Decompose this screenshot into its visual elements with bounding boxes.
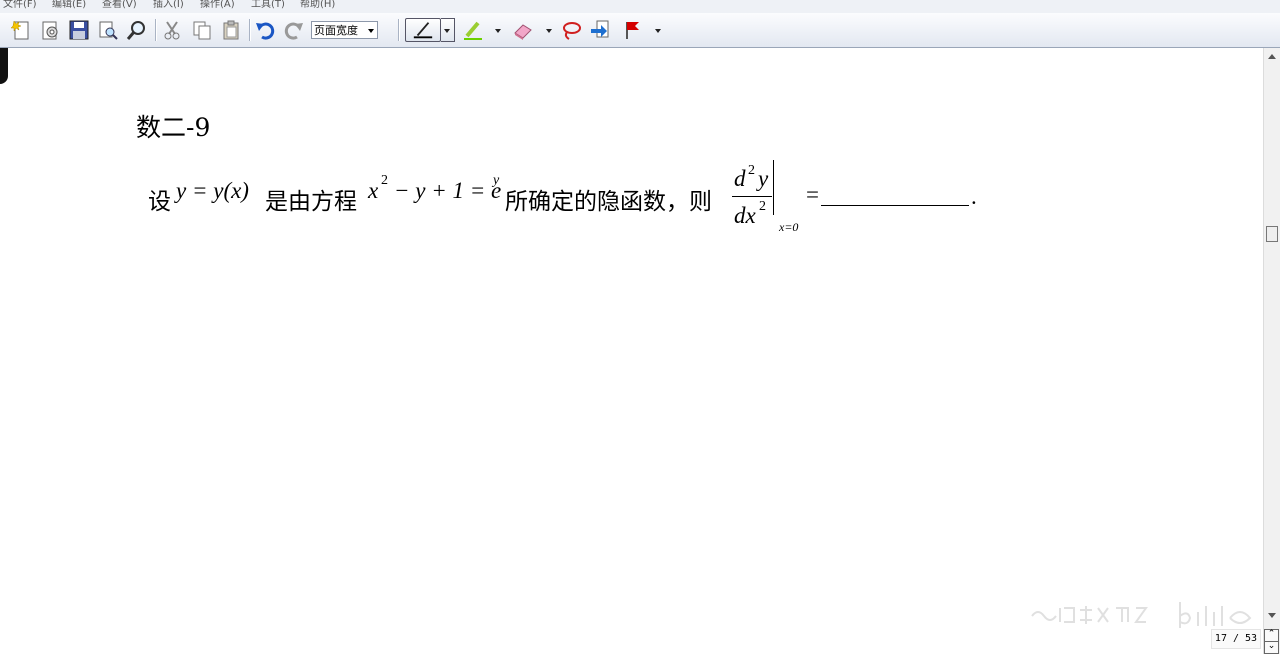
zoom-select[interactable]: 页面宽度 [311,21,378,39]
q-eq-e-exp: y [493,173,500,188]
menu-tools[interactable]: 工具(T) [251,0,285,10]
highlighter-dropdown-icon[interactable] [495,29,501,33]
page-title: 数二-9 [136,113,211,142]
flag-dropdown-icon[interactable] [655,29,661,33]
fraction-bar [732,196,772,197]
frac-denominator-dx: dx [734,203,756,228]
pen-icon [413,22,433,39]
page-setup-icon[interactable] [38,18,62,42]
eraser-dropdown-icon[interactable] [546,29,552,33]
vertical-scrollbar[interactable] [1263,48,1280,654]
paste-icon[interactable] [219,18,243,42]
new-page-icon[interactable] [9,18,33,42]
lasso-icon[interactable] [559,18,583,42]
frac-numerator-d: d [734,166,746,191]
find-icon[interactable] [125,18,149,42]
chevron-down-icon [444,29,450,33]
q-text1: 是由方程 [265,189,357,214]
answer-blank [821,205,969,206]
toolbar-separator [249,19,251,41]
flag-icon[interactable] [621,18,645,42]
menu-actions[interactable]: 操作(A) [200,0,235,10]
redo-icon[interactable] [282,18,306,42]
chevron-down-icon [368,29,374,33]
q-eq-x-exp: 2 [381,173,388,188]
copy-icon[interactable] [190,18,214,42]
q-prefix: 设 [148,189,171,214]
menu-bar: 文件(F) 编辑(E) 查看(V) 插入(I) 操作(A) 工具(T) 帮助(H… [0,0,1280,13]
next-page-icon[interactable]: ⌄ [1264,641,1279,654]
print-preview-icon[interactable] [96,18,120,42]
pen-options-dropdown[interactable] [441,18,455,42]
toolbar-separator [155,19,157,41]
frac-numerator-y: y [758,166,769,191]
insert-space-icon[interactable] [588,18,612,42]
q-func: y = y(x) [176,178,249,203]
zoom-select-value: 页面宽度 [314,24,358,37]
eraser-icon[interactable] [511,18,535,42]
scroll-down-icon[interactable] [1268,613,1276,618]
menu-file[interactable]: 文件(F) [3,0,37,10]
toolbar-separator [398,19,400,41]
toolbar: 页面宽度 [0,13,1280,48]
q-eq-mid: − y + 1 = e [394,178,502,203]
menu-help[interactable]: 帮助(H) [300,0,335,10]
save-icon[interactable] [67,18,91,42]
cut-icon[interactable] [160,18,184,42]
frac-numerator-exp: 2 [748,163,755,178]
menu-edit[interactable]: 编辑(E) [52,0,86,10]
undo-icon[interactable] [253,18,277,42]
q-period: . [971,184,977,209]
menu-insert[interactable]: 插入(I) [153,0,184,10]
q-equals: = [806,182,819,207]
frac-denominator-exp: 2 [759,199,766,214]
q-text2: 所确定的隐函数，则 [505,189,712,214]
highlighter-icon[interactable] [461,18,485,42]
evaluation-bar [773,160,774,215]
scroll-up-icon[interactable] [1268,54,1276,59]
scrollbar-thumb[interactable] [1266,226,1278,242]
question-text: 设 y = y(x) 是由方程 x 2 − y + 1 = e y 所确定的隐函… [148,163,1008,236]
q-eq-x: x [368,178,379,203]
pen-tool-button[interactable] [405,18,441,42]
watermark-logo [1031,602,1252,628]
eval-subscript: x=0 [779,220,799,234]
menu-view[interactable]: 查看(V) [102,0,137,10]
page-indicator: 17 / 53 [1211,629,1261,649]
